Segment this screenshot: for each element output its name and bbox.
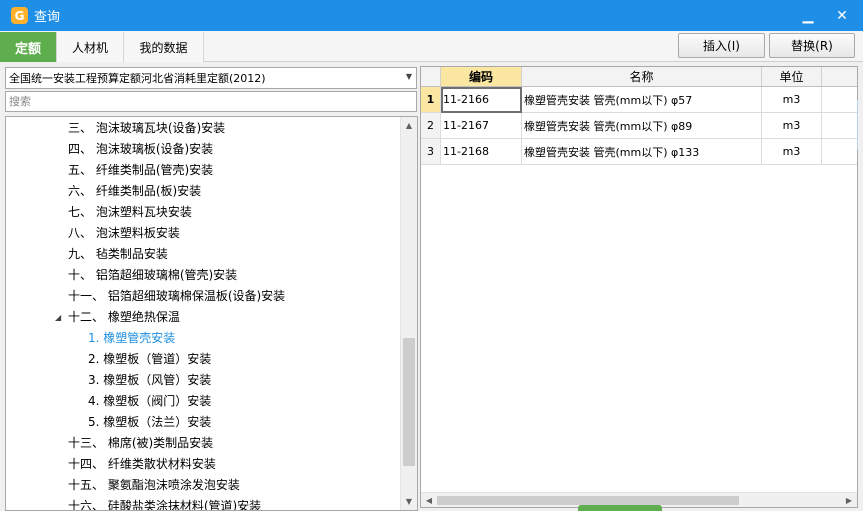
cell-name[interactable]: 橡塑管壳安装 管壳(mm以下) φ89 xyxy=(522,113,762,139)
tree-section-item[interactable]: 3. 橡塑板（风管）安装 xyxy=(88,370,211,391)
header-unit[interactable]: 单位 xyxy=(762,67,822,87)
cell-extra[interactable] xyxy=(822,139,857,165)
search-input[interactable] xyxy=(5,91,417,112)
tab-my-data[interactable]: 我的数据 xyxy=(124,32,204,62)
chevron-down-icon[interactable]: ▼ xyxy=(406,72,412,81)
tab-quota[interactable]: 定额 xyxy=(0,32,57,62)
cell-code[interactable]: 11-2166 xyxy=(441,87,522,113)
header-rownum xyxy=(421,67,441,87)
minimize-icon[interactable]: ▁ xyxy=(799,8,817,24)
cell-code[interactable]: 11-2168 xyxy=(441,139,522,165)
insert-button[interactable]: 插入(I) xyxy=(678,33,765,58)
edge-divider xyxy=(857,100,858,150)
tree-chapter-item[interactable]: 五、 纤维类制品(管壳)安装 xyxy=(68,160,213,181)
scroll-down-icon[interactable]: ▼ xyxy=(401,493,417,510)
tree-chapter-item[interactable]: 七、 泡沫塑料瓦块安装 xyxy=(68,202,192,223)
tree-chapter-item[interactable]: 四、 泡沫玻璃板(设备)安装 xyxy=(68,139,213,160)
cell-name[interactable]: 橡塑管壳安装 管壳(mm以下) φ57 xyxy=(522,87,762,113)
app-logo-icon: G xyxy=(11,7,28,24)
window-title: 查询 xyxy=(34,10,61,25)
tree-chapter-item[interactable]: 六、 纤维类制品(板)安装 xyxy=(68,181,201,202)
header-extra xyxy=(822,67,857,87)
tree-chapter-item[interactable]: 十六、 硅酸盐类涂抹材料(管道)安装 xyxy=(68,496,261,510)
cell-name[interactable]: 橡塑管壳安装 管壳(mm以下) φ133 xyxy=(522,139,762,165)
tree-chapter-item[interactable]: 八、 泡沫塑料板安装 xyxy=(68,223,180,244)
title-bar: G 查询 ▁ ✕ xyxy=(0,0,863,31)
library-select-value: 全国统一安装工程预算定额河北省消耗里定额(2012) xyxy=(9,72,266,85)
close-icon[interactable]: ✕ xyxy=(833,8,851,24)
cell-code[interactable]: 11-2167 xyxy=(441,113,522,139)
tree-section-item[interactable]: 5. 橡塑板（法兰）安装 xyxy=(88,412,211,433)
replace-button[interactable]: 替换(R) xyxy=(769,33,855,58)
tree-chapter-item[interactable]: 十一、 铝箔超细玻璃棉保温板(设备)安装 xyxy=(68,286,285,307)
tree-section-item[interactable]: 4. 橡塑板（阀门）安装 xyxy=(88,391,211,412)
tree-chapter-item[interactable]: 十三、 棉席(被)类制品安装 xyxy=(68,433,213,454)
row-number: 2 xyxy=(421,113,441,139)
tree-chapter-item[interactable]: 十五、 聚氨酯泡沫喷涂发泡安装 xyxy=(68,475,240,496)
cell-unit[interactable]: m3 xyxy=(762,87,822,113)
right-panel: 编码 名称 单位 1 11-2166 橡塑管壳安装 管壳(mm以下) φ57 m3 2 1… xyxy=(420,62,863,511)
scroll-left-icon[interactable]: ◀ xyxy=(421,492,437,507)
collapse-triangle-icon[interactable]: ◢ xyxy=(55,307,61,328)
cell-unit[interactable]: m3 xyxy=(762,113,822,139)
tree-section-item[interactable]: 1. 橡塑管壳安装 xyxy=(88,328,175,349)
cell-unit[interactable]: m3 xyxy=(762,139,822,165)
tree-chapter-item[interactable]: 三、 泡沫玻璃瓦块(设备)安装 xyxy=(68,118,225,139)
library-select[interactable]: 全国统一安装工程预算定额河北省消耗里定额(2012) ▼ xyxy=(5,67,417,89)
tree-vertical-scrollbar[interactable]: ▲ ▼ xyxy=(400,117,417,510)
header-name[interactable]: 名称 xyxy=(522,67,762,87)
cell-extra[interactable] xyxy=(822,87,857,113)
scroll-up-icon[interactable]: ▲ xyxy=(401,117,417,134)
tree-chapter-item[interactable]: 九、 毡类制品安装 xyxy=(68,244,168,265)
scroll-thumb[interactable] xyxy=(437,496,739,505)
scroll-right-icon[interactable]: ▶ xyxy=(841,492,857,507)
row-number: 3 xyxy=(421,139,441,165)
tab-bar: 定额 人材机 我的数据 插入(I) 替换(R) xyxy=(0,31,863,62)
left-panel: 全国统一安装工程预算定额河北省消耗里定额(2012) ▼ 三、 泡沫玻璃瓦块(设… xyxy=(0,62,420,511)
tree-chapter-item[interactable]: 十二、 橡塑绝热保温 xyxy=(68,307,180,328)
bottom-drawer-handle[interactable] xyxy=(578,505,662,511)
tree-chapter-item[interactable]: 十、 铝箔超细玻璃棉(管壳)安装 xyxy=(68,265,237,286)
header-code[interactable]: 编码 xyxy=(441,67,522,87)
tree-section-item[interactable]: 2. 橡塑板（管道）安装 xyxy=(88,349,211,370)
quota-grid: 编码 名称 单位 1 11-2166 橡塑管壳安装 管壳(mm以下) φ57 m3 2 1… xyxy=(420,66,858,508)
scroll-thumb[interactable] xyxy=(403,338,415,466)
tree-chapter-item[interactable]: 十四、 纤维类散状材料安装 xyxy=(68,454,216,475)
cell-extra[interactable] xyxy=(822,113,857,139)
chapter-tree: 三、 泡沫玻璃瓦块(设备)安装 四、 泡沫玻璃板(设备)安装 五、 纤维类制品(管壳… xyxy=(5,116,418,511)
tab-labor-material-machine[interactable]: 人材机 xyxy=(57,32,124,62)
row-number: 1 xyxy=(421,87,441,113)
